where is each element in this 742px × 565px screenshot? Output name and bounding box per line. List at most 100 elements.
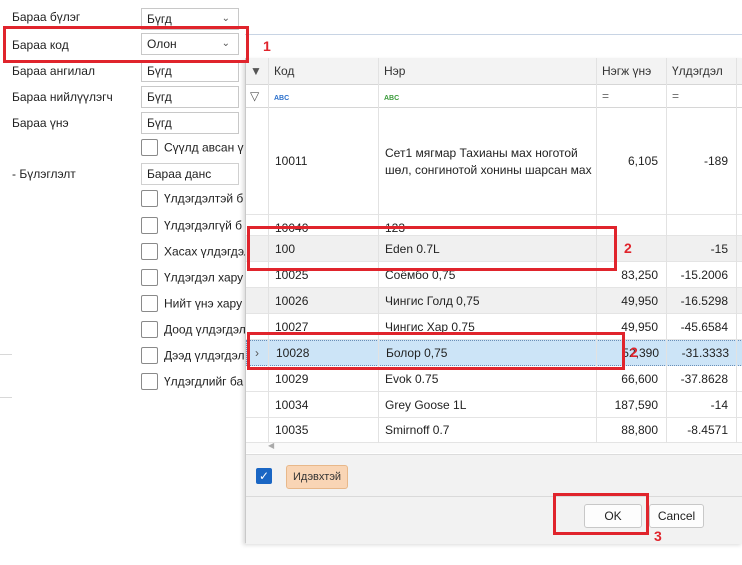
- grid-header: ▼ Код Нэр Нэгж үнэ Үлдэгдэл: [246, 58, 742, 85]
- filter-price-cell[interactable]: =: [596, 85, 666, 107]
- checkbox-box[interactable]: [141, 347, 158, 364]
- checkbox-label: Хасах үлдэгдэл: [164, 244, 246, 259]
- cell-stock: -8.4571: [687, 423, 728, 437]
- grouping-combo-value: Бараа данс: [147, 167, 212, 181]
- checkbox-box[interactable]: [141, 190, 158, 207]
- grouping-combo[interactable]: Бараа данс: [141, 163, 239, 185]
- checkbox-label: Үлдэгдэлгүй б: [164, 218, 243, 233]
- cell-name-line: Сет1 мягмар Тахианы мах ноготой: [385, 145, 578, 160]
- cell-stock: -16.5298: [680, 293, 728, 308]
- checkbox-box[interactable]: [141, 139, 158, 156]
- checkbox-box[interactable]: [141, 321, 158, 338]
- checkbox-label: Үлдэгдэлтэй б: [164, 191, 244, 206]
- cell-code: 10011: [275, 154, 308, 168]
- checkbox-label: Дээд үлдэгдэл: [164, 348, 245, 363]
- table-row[interactable]: 10026 Чингис Голд 0,75 49,950 -16.5298: [246, 288, 742, 314]
- annotation-box-2a: [247, 226, 617, 271]
- popup-top-border: [245, 34, 742, 35]
- price-combo[interactable]: Бүгд: [141, 112, 239, 134]
- annotation-number: 2: [630, 344, 638, 360]
- checkbox-label: Нийт үнэ хару: [164, 296, 243, 311]
- cell-stock: -45.6584: [680, 319, 728, 334]
- cancel-button[interactable]: Cancel: [649, 504, 704, 528]
- class-combo[interactable]: Бүгд: [141, 60, 239, 82]
- checkbox-label: Үлдэгдэл хару: [164, 270, 244, 285]
- class-combo-value: Бүгд: [147, 64, 172, 78]
- equals-filter-icon: =: [672, 89, 680, 103]
- column-header-code[interactable]: Код: [268, 58, 378, 84]
- grouping-label: - Бүлэглэлт: [12, 167, 76, 181]
- checkbox-box[interactable]: [141, 269, 158, 286]
- checkbox-box[interactable]: [141, 217, 158, 234]
- active-checkbox[interactable]: ✓: [256, 468, 272, 484]
- column-filter-icon[interactable]: ▼: [246, 58, 268, 84]
- cell-name-line: шөл, сонгинотой хонины шарсан мах: [385, 162, 592, 177]
- class-label: Бараа ангилал: [12, 64, 95, 78]
- cell-price: 49,950: [621, 293, 658, 308]
- column-separator: [736, 58, 737, 443]
- annotation-number: 1: [263, 38, 271, 54]
- checkbox-row[interactable]: Нийт үнэ хару: [141, 295, 246, 315]
- checkbox-row[interactable]: Үлдэгдэлгүй б: [141, 217, 246, 237]
- annotation-box-3: [553, 493, 649, 535]
- supplier-label: Бараа нийлүүлэгч: [12, 90, 113, 104]
- cell-name: Сет1 мягмар Тахианы мах ноготой шөл, сон…: [378, 108, 596, 214]
- supplier-combo-value: Бүгд: [147, 90, 172, 104]
- checkbox-label: Үлдэгдлийг ба: [164, 374, 244, 389]
- last-taken-checkbox[interactable]: Сүүлд авсан ү: [141, 139, 246, 159]
- cell-stock: -37.8628: [680, 371, 728, 386]
- price-label: Бараа үнэ: [12, 116, 69, 130]
- filter-stock-cell[interactable]: =: [666, 85, 736, 107]
- annotation-number: 3: [654, 528, 662, 544]
- price-combo-value: Бүгд: [147, 116, 172, 130]
- checkbox-row[interactable]: Доод үлдэгдэл: [141, 321, 246, 341]
- column-header-stock[interactable]: Үлдэгдэл: [666, 58, 736, 84]
- equals-filter-icon: =: [602, 89, 610, 103]
- checkbox-row[interactable]: Үлдэгдлийг ба: [141, 373, 246, 393]
- checkbox-row[interactable]: Үлдэгдэл хару: [141, 269, 246, 289]
- cell-stock: -14: [710, 397, 728, 412]
- checkbox-label: Сүүлд авсан ү: [164, 140, 244, 155]
- annotation-box-1: [3, 26, 249, 63]
- checkbox-row[interactable]: Хасах үлдэгдэл: [141, 243, 246, 263]
- checkbox-row[interactable]: Үлдэгдэлтэй б: [141, 190, 246, 210]
- divider: [0, 397, 12, 398]
- divider: [0, 354, 12, 355]
- filter-code-cell[interactable]: A​BC: [268, 85, 378, 107]
- column-header-name[interactable]: Нэр: [378, 58, 596, 84]
- popup-footer: ✓ Идэвхтэй OK Cancel: [246, 454, 742, 544]
- checkbox-label: Доод үлдэгдэл: [164, 322, 246, 337]
- cell-stock: -31.3333: [681, 346, 729, 360]
- cell-stock: -15.2006: [680, 267, 728, 282]
- cell-code: 10034: [275, 397, 309, 412]
- checkbox-box[interactable]: [141, 373, 158, 390]
- table-row[interactable]: 10035 Smirnoff 0.7 88,800 -8.4571: [246, 418, 742, 443]
- active-badge: Идэвхтэй: [286, 465, 349, 489]
- cell-price: 88,800: [621, 423, 658, 437]
- checkbox-row[interactable]: Дээд үлдэгдэл: [141, 347, 246, 367]
- checkbox-box[interactable]: [141, 295, 158, 312]
- cell-name: Smirnoff 0.7: [385, 423, 450, 437]
- filter-name-cell[interactable]: A​BC: [378, 85, 596, 107]
- cell-code: 10035: [275, 423, 309, 437]
- table-row[interactable]: 10034 Grey Goose 1L 187,590 -14: [246, 392, 742, 418]
- annotation-number: 2: [624, 240, 632, 256]
- column-header-price[interactable]: Нэгж үнэ: [596, 58, 666, 84]
- category-combo-value: Бүгд: [147, 12, 172, 26]
- cell-stock: -189: [703, 154, 728, 168]
- divider: [246, 496, 742, 497]
- text-filter-icon: A​BC: [274, 95, 290, 102]
- supplier-combo[interactable]: Бүгд: [141, 86, 239, 108]
- category-label: Бараа бүлэг: [12, 10, 81, 24]
- cell-stock: -15: [710, 241, 728, 256]
- checkbox-box[interactable]: [141, 243, 158, 260]
- horizontal-scrollbar[interactable]: ◀: [246, 441, 742, 453]
- cell-code: 10026: [275, 293, 309, 308]
- cell-name: Grey Goose 1L: [385, 397, 467, 412]
- cell-name: Чингис Голд 0,75: [385, 293, 480, 308]
- grid-filter-row: ▽ A​BC A​BC = =: [246, 85, 742, 108]
- table-row[interactable]: 10011 Сет1 мягмар Тахианы мах ноготой шө…: [246, 108, 742, 215]
- cell-price: 187,590: [614, 397, 658, 412]
- filter-funnel-icon[interactable]: ▽: [246, 85, 268, 107]
- scroll-left-icon[interactable]: ◀: [268, 441, 274, 450]
